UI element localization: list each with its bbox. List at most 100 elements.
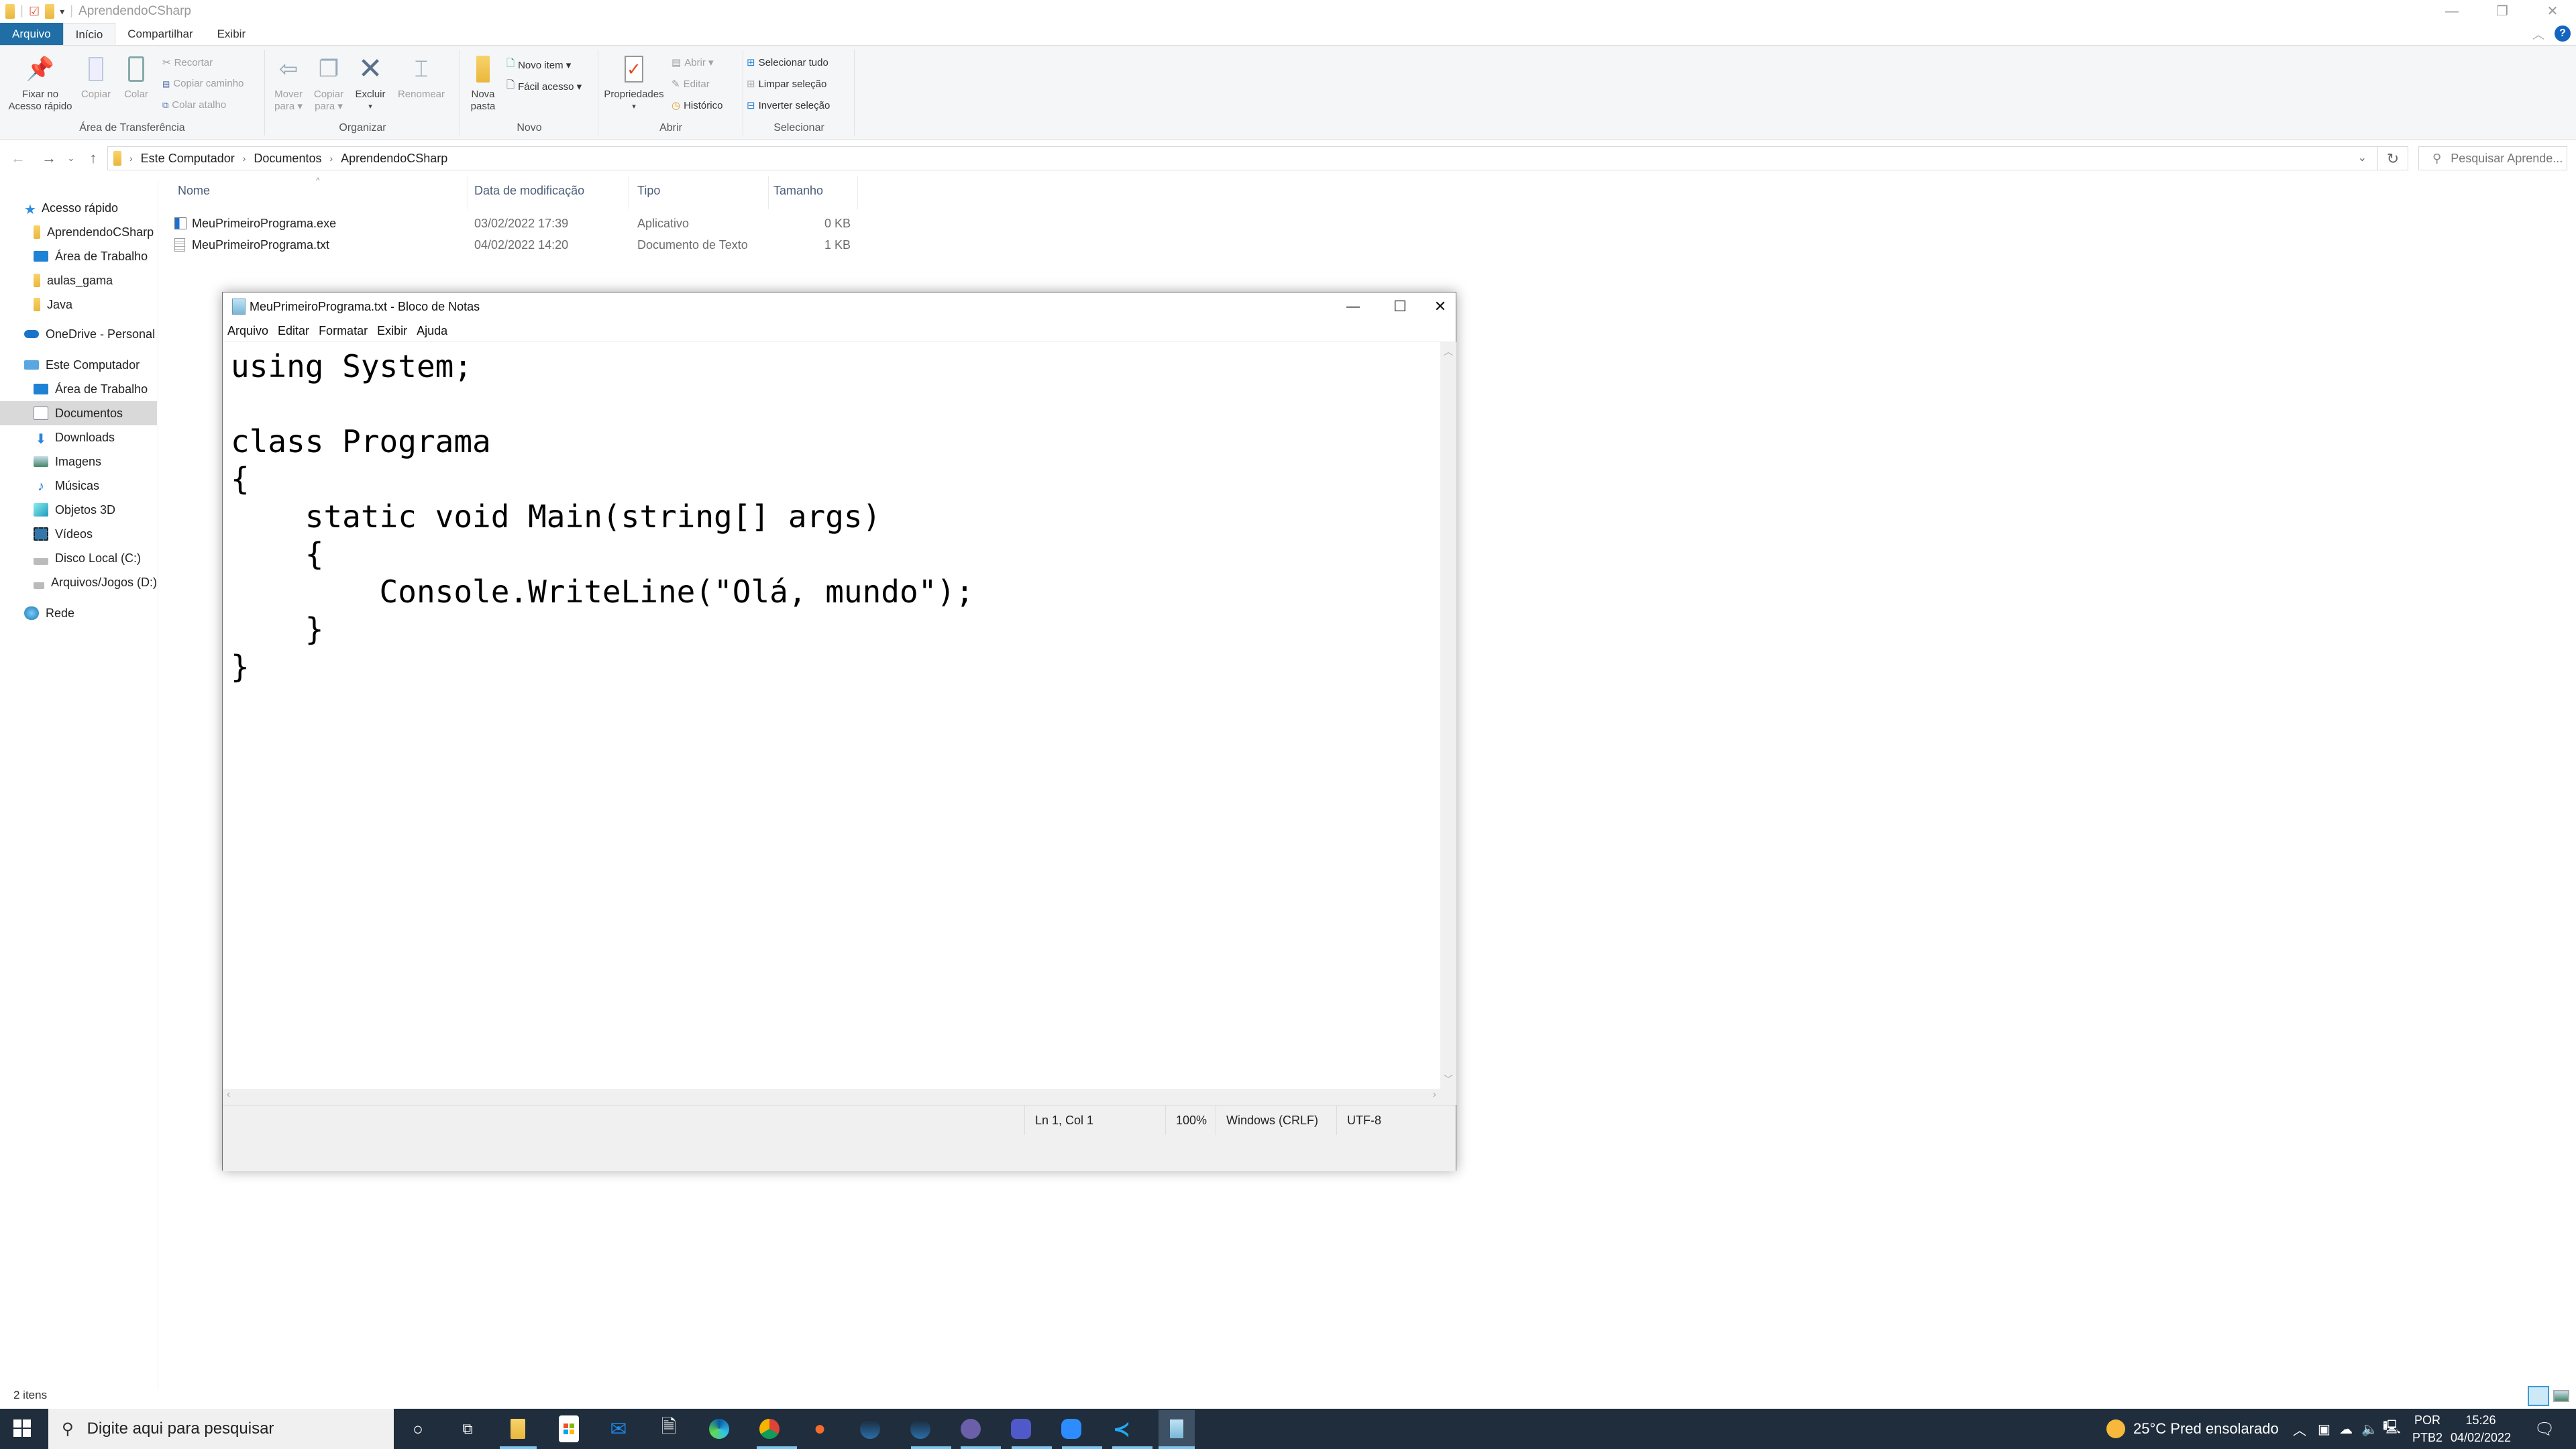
nav-pc-musicas[interactable]: ♪ Músicas [0,474,157,498]
menu-exibir[interactable]: Exibir [372,324,412,338]
clock[interactable]: 15:26 04/02/2022 [2447,1409,2514,1449]
easy-access-button[interactable]: 🗋 Fácil acesso ▾ [506,78,582,95]
weather-widget[interactable]: 25°C Pred ensolarado [2106,1409,2279,1449]
vscode-icon[interactable]: ≺ [1108,1415,1135,1442]
new-folder-quick-icon[interactable] [45,4,55,19]
address-dropdown-icon[interactable]: ⌄ [2358,151,2367,164]
nav-quick-aulas-gama[interactable]: aulas_gama [0,268,157,292]
search-input[interactable]: Pesquisar Aprende... [2451,152,2563,166]
volume-icon[interactable]: 🔈 [2361,1409,2378,1449]
rename-button[interactable]: ⌶ Renomear [393,55,449,101]
nav-pc-objetos-3d[interactable]: Objetos 3D [0,498,157,522]
mail-icon[interactable]: ✉ [605,1415,632,1442]
column-separator[interactable] [768,176,769,209]
new-item-button[interactable]: 🗋 Novo item ▾ [506,56,571,73]
breadcrumb-este-computador[interactable]: Este Computador [141,152,235,166]
notepad-title-bar[interactable]: MeuPrimeiroPrograma.txt - Bloco de Notas… [223,292,1456,321]
new-folder-button[interactable]: Nova pasta [465,55,501,113]
breadcrumb-documentos[interactable]: Documentos [254,152,321,166]
action-center-icon[interactable]: 🗨 [2534,1409,2555,1449]
pin-quick-access-button[interactable]: 📌 Fixar no Acesso rápido [5,55,75,113]
nav-pc-downloads[interactable]: ⬇ Downloads [0,425,157,449]
file-row[interactable]: MeuPrimeiroPrograma.exe 03/02/2022 17:39… [174,213,859,233]
help-icon[interactable]: ? [2555,25,2571,42]
zoom-icon[interactable] [1058,1415,1085,1442]
steam-icon[interactable] [857,1415,883,1442]
chrome-icon[interactable] [756,1415,783,1442]
teams-icon[interactable] [1008,1415,1034,1442]
menu-formatar[interactable]: Formatar [314,324,372,338]
copy-to-button[interactable]: ❐ Copiar para ▾ [311,55,346,113]
open-button[interactable]: ▤ Abrir ▾ [672,56,714,68]
scroll-right-icon[interactable]: › [1433,1089,1436,1101]
copy-button[interactable]: Copiar [78,55,114,101]
chevron-right-icon[interactable]: › [243,153,246,164]
paste-shortcut-button[interactable]: ⧉ Colar atalho [162,99,226,111]
language-indicator[interactable]: POR PTB2 [2412,1409,2443,1449]
nav-pc-area-de-trabalho[interactable]: Área de Trabalho [0,377,157,401]
select-none-button[interactable]: ⊞ Limpar seleção [747,78,826,91]
breadcrumb-aprendendocsharp[interactable]: AprendendoCSharp [341,152,447,166]
nav-pc-videos[interactable]: Vídeos [0,522,157,546]
tab-arquivo[interactable]: Arquivo [0,23,63,45]
close-icon[interactable]: ✕ [2529,0,2576,23]
minimize-icon[interactable]: — [1333,292,1373,321]
properties-button[interactable]: ✓ Propriedades ▾ [602,55,666,113]
back-arrow-icon[interactable]: ← [8,142,28,174]
task-view-icon[interactable]: ⧉ [454,1415,481,1442]
column-header-nome[interactable]: Nome [178,184,210,198]
python-file-icon[interactable]: 🗎 [655,1415,682,1442]
copy-path-button[interactable]: ▤ Copiar caminho [162,78,244,89]
delete-button[interactable]: ✕ Excluir ▾ [353,54,388,113]
taskbar-search[interactable]: ⚲ Digite aqui para pesquisar [48,1409,394,1449]
address-bar[interactable]: › Este Computador › Documentos › Aprende… [107,146,2378,170]
camera-icon[interactable]: ▣ [2318,1409,2330,1449]
network-icon[interactable]: 🖳 [2383,1409,2401,1449]
column-header-data[interactable]: Data de modificação [474,184,584,198]
edge-icon[interactable] [706,1415,733,1442]
move-to-button[interactable]: ⇦ Mover para ▾ [271,55,306,113]
refresh-icon[interactable]: ↻ [2378,146,2408,170]
large-icons-view-icon[interactable] [2553,1390,2569,1402]
vertical-scrollbar[interactable]: ︿ ﹀ [1440,342,1456,1089]
nav-acesso-rapido[interactable]: ★ Acesso rápido [0,196,157,220]
scroll-left-icon[interactable]: ‹ [227,1089,230,1101]
properties-quick-icon[interactable]: ☑ [29,5,40,19]
windows-start-icon[interactable] [13,1419,31,1437]
paste-button[interactable]: Colar [118,55,154,101]
collapse-ribbon-icon[interactable]: ︿ [2532,25,2544,43]
minimize-icon[interactable]: — [2428,0,2475,23]
customize-quick-access-icon[interactable]: ▾ [60,6,64,17]
file-row[interactable]: MeuPrimeiroPrograma.txt 04/02/2022 14:20… [174,235,859,255]
menu-ajuda[interactable]: Ajuda [412,324,452,338]
steam-2-icon[interactable] [907,1415,934,1442]
maximize-icon[interactable]: ☐ [1380,292,1420,321]
forward-arrow-icon[interactable]: → [39,142,59,174]
up-arrow-icon[interactable]: ↑ [83,142,103,174]
notepad-taskbar-icon[interactable] [1159,1410,1195,1448]
nav-pc-documentos[interactable]: Documentos [0,401,157,425]
nav-rede[interactable]: Rede [0,601,157,625]
recent-locations-chevron-icon[interactable]: ⌄ [64,142,78,174]
cortana-icon[interactable]: ○ [405,1415,431,1442]
tab-inicio[interactable]: Início [62,23,116,45]
tab-compartilhar[interactable]: Compartilhar [115,23,205,45]
tab-exibir[interactable]: Exibir [205,23,258,45]
menu-arquivo[interactable]: Arquivo [223,324,273,338]
column-header-tipo[interactable]: Tipo [637,184,660,198]
edit-button[interactable]: ✎ Editar [672,78,710,91]
scroll-down-icon[interactable]: ﹀ [1440,1073,1456,1086]
cut-button[interactable]: ✂ Recortar [162,56,213,69]
nav-onedrive[interactable]: OneDrive - Personal [0,322,157,346]
file-explorer-icon[interactable] [504,1415,531,1442]
close-icon[interactable]: ✕ [1424,292,1457,321]
origin-icon[interactable]: ● [806,1415,833,1442]
search-box[interactable]: ⚲ Pesquisar Aprende... [2418,146,2567,170]
details-view-icon[interactable] [2528,1386,2549,1406]
nav-pc-disco-local-c[interactable]: Disco Local (C:) [0,546,157,570]
invert-selection-button[interactable]: ⊟ Inverter seleção [747,99,830,112]
notepad-text-area[interactable]: using System; class Programa { static vo… [223,342,1440,1089]
chevron-right-icon[interactable]: › [329,153,333,164]
nav-pc-imagens[interactable]: Imagens [0,449,157,474]
microsoft-store-icon[interactable] [559,1415,579,1442]
